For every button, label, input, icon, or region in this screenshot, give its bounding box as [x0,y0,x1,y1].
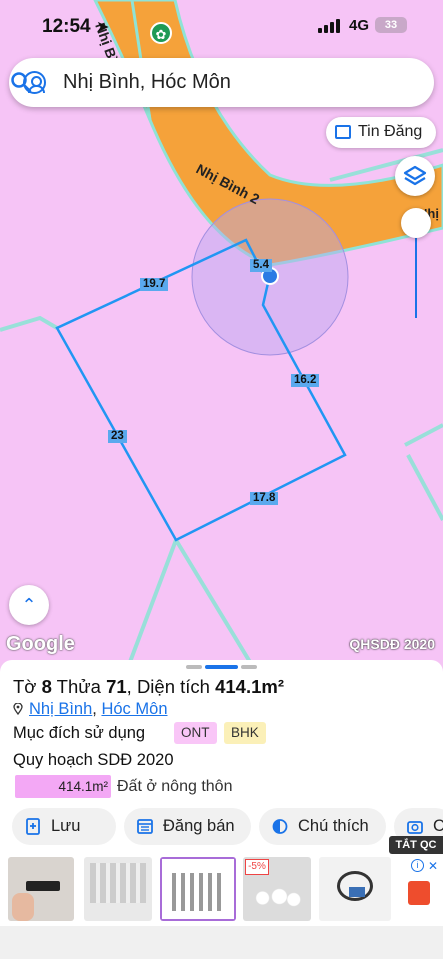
ad-product-2[interactable] [84,857,152,921]
close-icon[interactable]: ✕ [428,859,438,873]
legend-label: Chú thích [298,817,369,835]
sheet-number: 8 [41,676,52,697]
parcel-info-sheet[interactable]: Tờ 8 Thửa 71, Diện tích 414.1m² Nhị Bình… [0,660,443,959]
ad-product-5[interactable] [319,857,391,921]
ward-link[interactable]: Nhị Bình [29,700,92,718]
sheet-handle[interactable] [241,665,257,669]
parcel-title: Tờ 8 Thửa 71, Diện tích 414.1m² [13,676,284,698]
shopee-bag-icon [408,881,430,905]
location-arrow-icon: ➤ [96,19,110,36]
opacity-slider[interactable] [399,206,433,318]
parcel-edge-label: 17.8 [250,492,279,505]
close-ads-button[interactable]: TẮT QC [389,836,443,854]
app-logo-icon: ✿ [150,22,172,44]
post-sale-label: Đăng bán [163,817,235,835]
save-button[interactable]: Lưu [12,808,116,845]
camera-add-icon [407,821,423,834]
parcel-edge-label: 19.7 [140,278,169,291]
land-use-badge-ont: ONT [174,722,217,744]
post-sale-button[interactable]: Đăng bán [124,808,251,845]
google-attribution: Google [6,633,75,655]
plan-label: Quy hoạch SDĐ 2020 [13,751,174,769]
ad-product-4[interactable]: -5% [243,857,311,921]
ad-product-3[interactable] [160,857,236,921]
parcel-edge-label: 5.4 [250,259,272,272]
parcel-number: 71 [106,676,127,697]
sheet-handle-active[interactable] [205,665,238,669]
tin-dang-label: Tin Đăng [358,123,423,140]
signal-icon [318,19,340,33]
save-label: Lưu [51,817,81,835]
parcel-edge-label: 16.2 [291,374,320,387]
land-use-badge-bhk: BHK [224,722,266,744]
sheet-handle[interactable] [186,665,202,669]
discount-badge: -5% [245,859,269,875]
legend-area-bar: 414.1m² [15,775,111,798]
thua-label: Thửa [51,676,107,697]
map-view[interactable]: Nhị Bình 2 Nhị Bình 2 Nhị 19.7 5.4 16.2 23 1… [0,0,443,662]
search-bar[interactable]: Nhị Bình, Hóc Môn [9,58,434,107]
network-type: 4G [349,17,370,34]
legend-description: Đất ở nông thôn [117,778,233,795]
tin-dang-button[interactable]: Tin Đăng [326,117,436,148]
area-value: 414.1m² [215,676,285,697]
ad-banner[interactable]: TẮT QC -5% i ✕ [0,836,443,923]
map-pin-icon [13,703,23,715]
slider-knob[interactable] [401,208,431,238]
home-indicator-area [0,926,443,959]
shopee-ad[interactable]: i ✕ [398,857,443,921]
title-prefix: Tờ [13,676,42,697]
parcel-edge-label: 23 [108,430,127,443]
district-link[interactable]: Hóc Môn [101,700,167,718]
chevron-up-icon: ⌃ [21,595,37,615]
area-label: , Diện tích [126,676,216,697]
parcel-address: Nhị Bình, Hóc Môn [13,700,168,719]
listing-icon [137,819,153,834]
action-bar: Lưu Đăng bán Chú thích C [12,808,443,845]
ad-product-1[interactable] [8,857,74,921]
map-layer-label: QHSDĐ 2020 [349,636,435,652]
layers-icon [403,165,427,186]
status-bar: 12:54 ➤ ✿ 4G 33 [0,0,443,52]
legend-button[interactable]: Chú thích [259,808,386,845]
listing-icon [335,125,351,139]
info-icon[interactable]: i [411,859,424,872]
layers-button[interactable] [395,156,435,196]
status-time: 12:54 [42,16,91,37]
land-use-label: Mục đích sử dụng [13,724,146,742]
contrast-icon [272,819,288,834]
search-icon[interactable] [9,70,33,94]
expand-up-button[interactable]: ⌃ [9,585,49,625]
search-input[interactable]: Nhị Bình, Hóc Môn [63,71,231,94]
battery-icon: 33 [375,17,407,33]
bookmark-add-icon [26,818,40,835]
